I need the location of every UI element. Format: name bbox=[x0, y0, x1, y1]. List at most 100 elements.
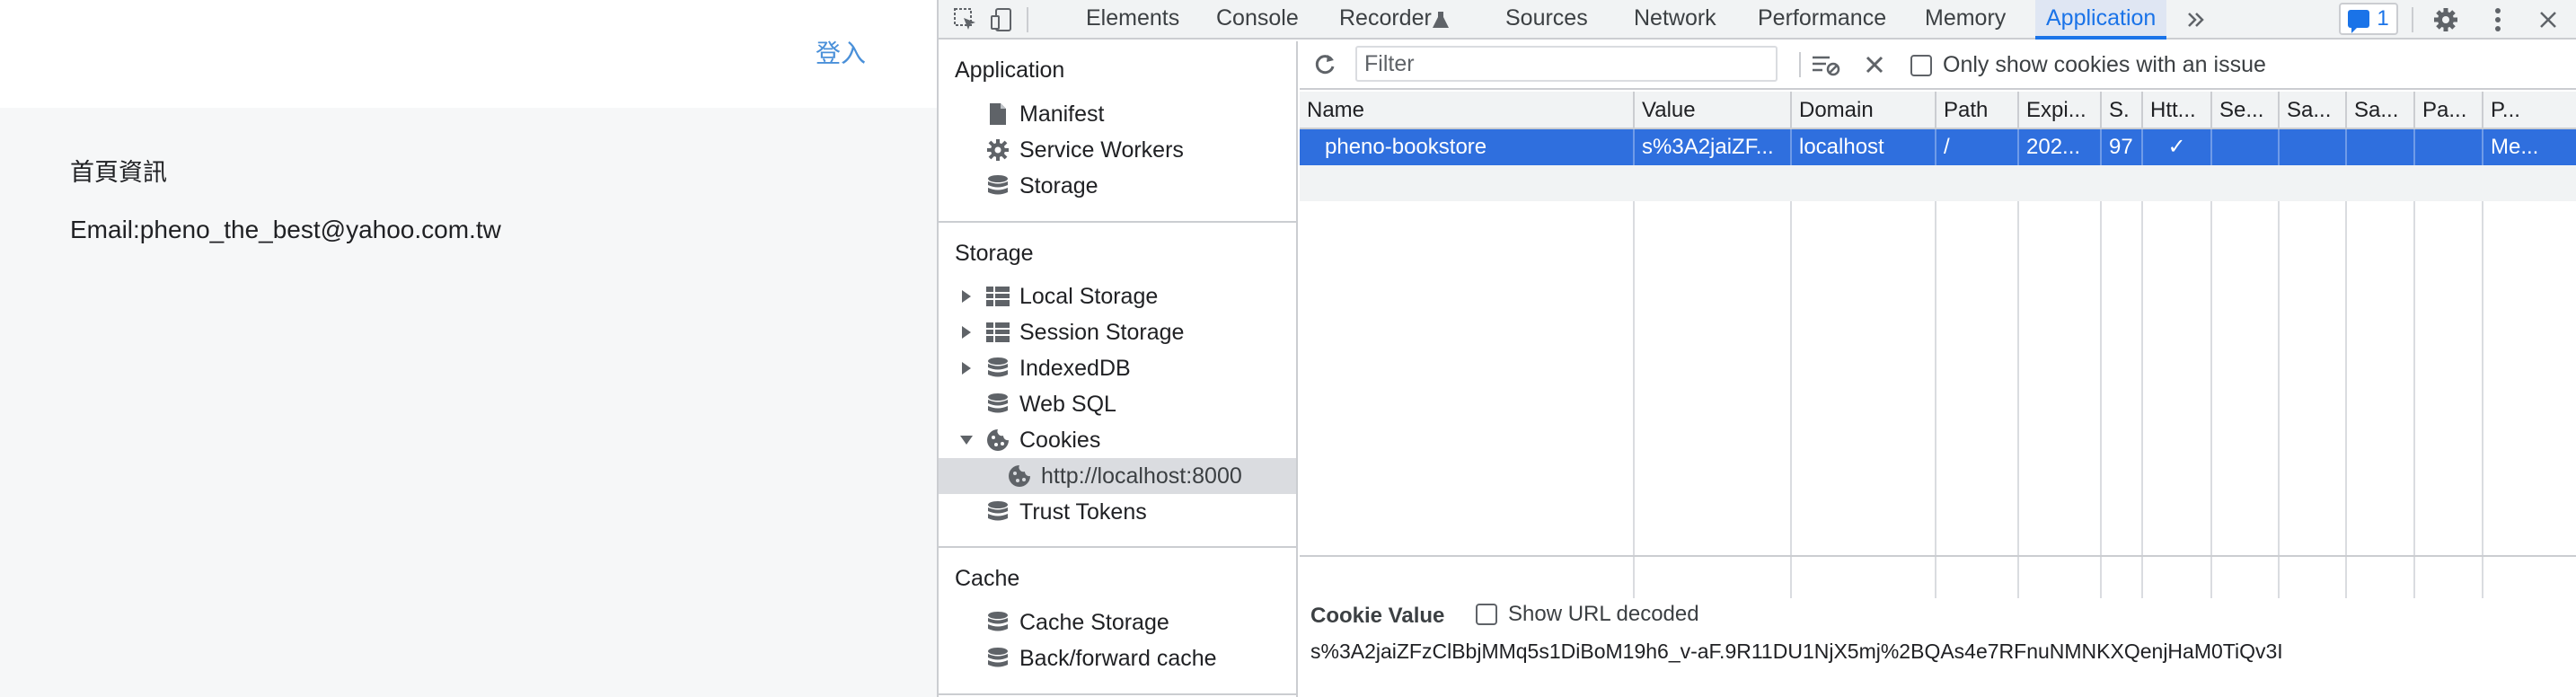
sidebar-item-session-storage[interactable]: Session Storage bbox=[939, 314, 1296, 350]
table-grid-icon bbox=[985, 284, 1010, 309]
column-header-sameparty[interactable]: Sa... bbox=[2347, 92, 2415, 129]
cookie-icon bbox=[1007, 463, 1032, 489]
inspect-element-icon[interactable] bbox=[949, 4, 982, 36]
document-icon bbox=[985, 101, 1010, 127]
expand-arrow-icon[interactable] bbox=[962, 362, 971, 375]
cell-httponly-check[interactable]: ✓ bbox=[2143, 129, 2212, 165]
cookies-toolbar: Only show cookies with an issue bbox=[1300, 41, 2576, 90]
cell-name[interactable]: pheno-bookstore bbox=[1300, 129, 1635, 165]
sidebar-item-manifest[interactable]: Manifest bbox=[939, 96, 1296, 132]
close-devtools-icon[interactable] bbox=[2532, 4, 2564, 36]
email-text: Email:pheno_the_best@yahoo.com.tw bbox=[70, 216, 501, 243]
show-url-decoded-checkbox[interactable]: Show URL decoded bbox=[1476, 602, 1699, 627]
cell-size[interactable]: 97 bbox=[2102, 129, 2143, 165]
database-icon bbox=[985, 356, 1010, 381]
table-grid-icon bbox=[985, 320, 1010, 345]
sidebar-item-cookies[interactable]: Cookies bbox=[939, 422, 1296, 458]
sidebar-divider bbox=[939, 693, 1296, 695]
sidebar-item-cache-storage[interactable]: Cache Storage bbox=[939, 604, 1296, 640]
cookie-value-text[interactable]: s%3A2jaiZFzClBbjMMq5s1DiBoM19h6_v-aF.9R1… bbox=[1310, 640, 2283, 664]
cell-priority[interactable]: Me... bbox=[2483, 129, 2576, 165]
tab-performance[interactable]: Performance bbox=[1758, 0, 1886, 40]
column-header-domain[interactable]: Domain bbox=[1792, 92, 1936, 129]
issues-badge[interactable]: 1 bbox=[2339, 3, 2398, 35]
application-sidebar: Application Manifest Service Workers Sto… bbox=[939, 41, 1298, 697]
cookies-panel: Only show cookies with an issue Name Val… bbox=[1300, 41, 2576, 697]
clear-all-icon[interactable] bbox=[1858, 49, 1891, 81]
sidebar-item-cookie-origin[interactable]: http://localhost:8000 bbox=[939, 458, 1296, 494]
column-header-samesite[interactable]: Sa... bbox=[2280, 92, 2347, 129]
column-header-size[interactable]: S. bbox=[2102, 92, 2143, 129]
cell-domain[interactable]: localhost bbox=[1792, 129, 1936, 165]
cookie-value-title: Cookie Value bbox=[1310, 604, 1445, 628]
sidebar-item-service-workers[interactable]: Service Workers bbox=[939, 132, 1296, 168]
database-icon bbox=[985, 610, 1010, 635]
filter-input[interactable] bbox=[1355, 46, 1778, 82]
checkbox-box[interactable] bbox=[1910, 54, 1932, 76]
cookie-table: Name Value Domain Path Expi... S. Htt...… bbox=[1300, 92, 2576, 598]
sidebar-item-web-sql[interactable]: Web SQL bbox=[939, 386, 1296, 422]
cell-expires[interactable]: 202... bbox=[2019, 129, 2102, 165]
refresh-icon[interactable] bbox=[1309, 49, 1341, 81]
cell-sameparty[interactable] bbox=[2347, 129, 2415, 165]
clear-filtered-cookies-icon[interactable] bbox=[1810, 49, 1842, 81]
toolbar-separator bbox=[1027, 7, 1028, 32]
toolbar-separator bbox=[2412, 7, 2413, 32]
sidebar-item-back-forward-cache[interactable]: Back/forward cache bbox=[939, 640, 1296, 676]
issues-chat-icon bbox=[2348, 10, 2370, 33]
column-header-partition-key[interactable]: Pa... bbox=[2415, 92, 2483, 129]
tab-console[interactable]: Console bbox=[1216, 0, 1299, 40]
more-options-kebab-icon[interactable] bbox=[2482, 4, 2514, 36]
column-header-httponly[interactable]: Htt... bbox=[2143, 92, 2212, 129]
tab-recorder[interactable]: Recorder bbox=[1339, 0, 1432, 40]
device-toolbar-icon[interactable] bbox=[985, 4, 1018, 36]
database-icon bbox=[985, 392, 1010, 417]
cookie-icon bbox=[985, 428, 1010, 453]
more-tabs-chevron-icon[interactable] bbox=[2180, 4, 2212, 36]
column-header-name[interactable]: Name bbox=[1300, 92, 1635, 129]
column-header-path[interactable]: Path bbox=[1936, 92, 2019, 129]
expand-arrow-icon[interactable] bbox=[962, 290, 971, 303]
sidebar-divider bbox=[939, 221, 1296, 223]
tab-elements[interactable]: Elements bbox=[1086, 0, 1179, 40]
table-row-empty bbox=[1300, 165, 2576, 201]
section-title-cache: Cache bbox=[955, 566, 1020, 591]
flask-icon bbox=[1430, 4, 1451, 36]
collapse-arrow-icon[interactable] bbox=[960, 436, 973, 445]
devtools-toolbar: Elements Console Recorder Sources Networ… bbox=[939, 0, 2576, 40]
gear-icon bbox=[985, 137, 1010, 163]
issues-count: 1 bbox=[2377, 6, 2389, 31]
tab-network[interactable]: Network bbox=[1634, 0, 1716, 40]
checkbox-box[interactable] bbox=[1476, 604, 1497, 625]
sidebar-item-storage-overview[interactable]: Storage bbox=[939, 168, 1296, 204]
column-header-value[interactable]: Value bbox=[1635, 92, 1792, 129]
web-page: 登入 首頁資訊 Email:pheno_the_best@yahoo.com.t… bbox=[0, 0, 937, 697]
section-title-storage: Storage bbox=[955, 241, 1034, 266]
database-icon bbox=[985, 646, 1010, 671]
cell-samesite[interactable] bbox=[2280, 129, 2347, 165]
sidebar-item-local-storage[interactable]: Local Storage bbox=[939, 278, 1296, 314]
cookie-value-pane: Cookie Value Show URL decoded s%3A2jaiZF… bbox=[1300, 555, 2576, 697]
devtools-panel: Elements Console Recorder Sources Networ… bbox=[937, 0, 2576, 697]
cell-secure[interactable] bbox=[2212, 129, 2280, 165]
section-title-application: Application bbox=[955, 57, 1065, 83]
login-link[interactable]: 登入 bbox=[816, 34, 866, 70]
tab-memory[interactable]: Memory bbox=[1925, 0, 2006, 40]
page-heading: 首頁資訊 bbox=[70, 159, 167, 186]
cell-value[interactable]: s%3A2jaiZF... bbox=[1635, 129, 1792, 165]
toolbar-separator bbox=[1799, 52, 1801, 77]
cell-partition-key[interactable] bbox=[2415, 129, 2483, 165]
column-header-secure[interactable]: Se... bbox=[2212, 92, 2280, 129]
cell-path[interactable]: / bbox=[1936, 129, 2019, 165]
column-header-priority[interactable]: P... bbox=[2483, 92, 2576, 129]
tab-sources[interactable]: Sources bbox=[1505, 0, 1588, 40]
only-issues-checkbox[interactable]: Only show cookies with an issue bbox=[1910, 52, 2266, 78]
column-header-expires[interactable]: Expi... bbox=[2019, 92, 2102, 129]
sidebar-item-trust-tokens[interactable]: Trust Tokens bbox=[939, 494, 1296, 530]
database-icon bbox=[985, 173, 1010, 199]
tab-application[interactable]: Application bbox=[2035, 0, 2167, 40]
sidebar-divider bbox=[939, 546, 1296, 548]
expand-arrow-icon[interactable] bbox=[962, 326, 971, 339]
sidebar-item-indexeddb[interactable]: IndexedDB bbox=[939, 350, 1296, 386]
settings-gear-icon[interactable] bbox=[2430, 4, 2462, 36]
